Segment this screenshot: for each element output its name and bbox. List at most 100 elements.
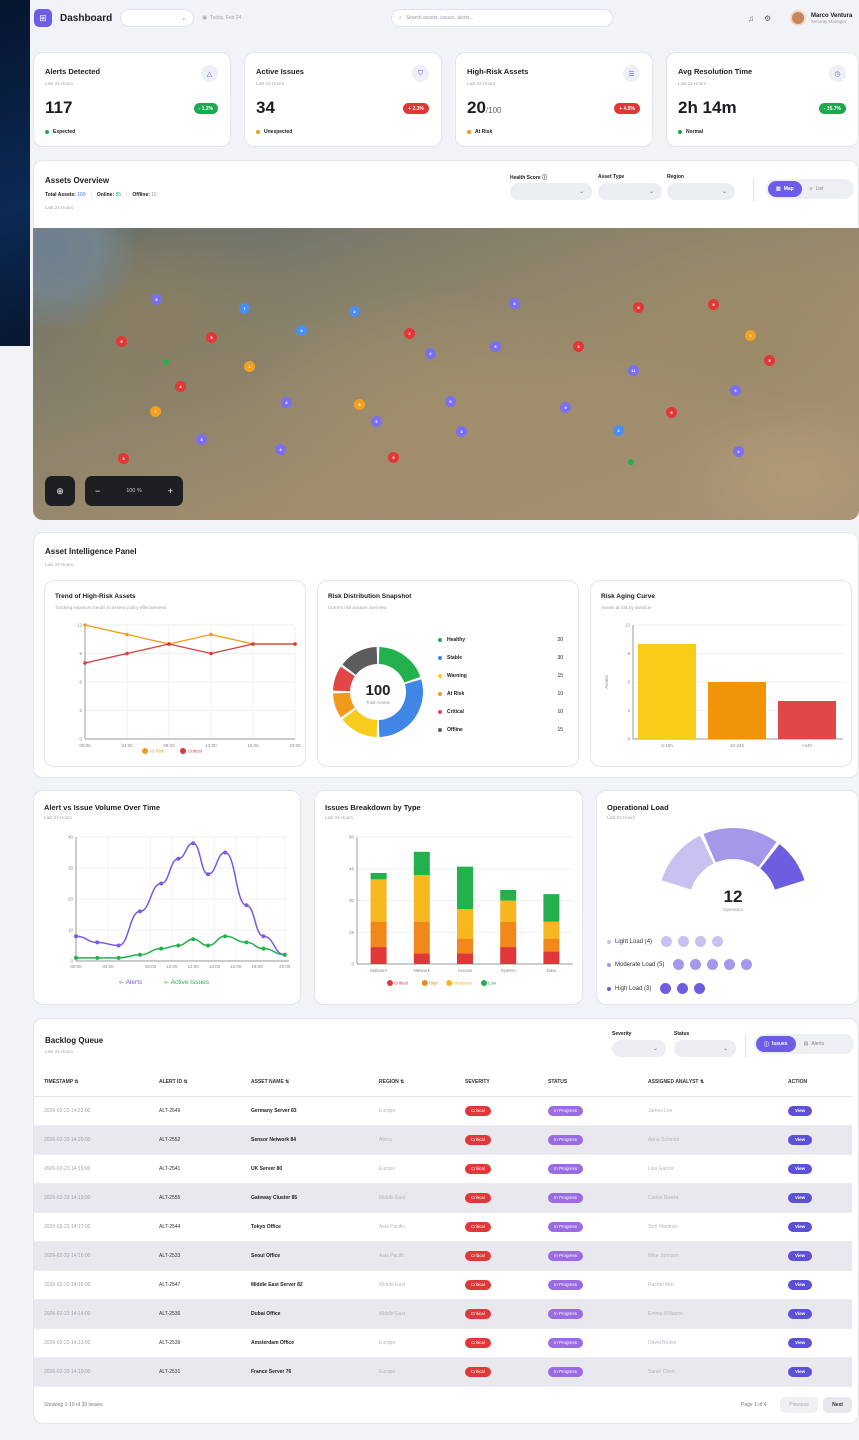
legend-item: Offline 15 bbox=[438, 727, 563, 733]
map-pin[interactable]: 2 bbox=[349, 306, 360, 317]
view-button[interactable]: View bbox=[788, 1251, 813, 1261]
data-point bbox=[261, 946, 266, 951]
map-pin[interactable]: 8 bbox=[354, 399, 365, 410]
operator-avatar[interactable] bbox=[672, 958, 686, 971]
column-header[interactable]: ALERT ID ⇅ bbox=[159, 1079, 251, 1085]
health-score-select[interactable]: ⌄ bbox=[510, 183, 592, 200]
operator-avatar[interactable] bbox=[677, 935, 691, 948]
operator-avatar[interactable] bbox=[676, 982, 690, 995]
map-pin[interactable]: 3 bbox=[118, 453, 129, 464]
map-pin[interactable]: 8 bbox=[151, 294, 162, 305]
operator-avatar[interactable] bbox=[659, 982, 673, 995]
map-pin[interactable]: 2 bbox=[425, 348, 436, 359]
zoom-out-button[interactable]: − bbox=[95, 486, 100, 496]
map-pin[interactable]: 8 bbox=[633, 302, 644, 313]
map-pin[interactable]: 7 bbox=[239, 303, 250, 314]
operator-avatar[interactable] bbox=[711, 935, 725, 948]
region-select[interactable]: ⌄ bbox=[667, 183, 735, 200]
map-pin[interactable] bbox=[163, 359, 169, 365]
zoom-in-button[interactable]: + bbox=[168, 486, 173, 496]
map-pin[interactable]: 3 bbox=[296, 325, 307, 336]
map-pin[interactable]: 6 bbox=[745, 330, 756, 341]
view-button[interactable]: View bbox=[788, 1280, 813, 1290]
operator-avatar[interactable] bbox=[706, 958, 720, 971]
compass-button[interactable]: ⊕ bbox=[45, 476, 75, 506]
view-button[interactable]: View bbox=[788, 1367, 813, 1377]
status-badge: In Progress bbox=[548, 1193, 584, 1203]
next-button[interactable]: Next bbox=[823, 1397, 852, 1413]
map-pin[interactable]: 4 bbox=[275, 444, 286, 455]
column-header[interactable]: STATUS bbox=[548, 1079, 648, 1085]
map-pin[interactable]: 9 bbox=[560, 402, 571, 413]
status-badge: In Progress bbox=[548, 1251, 584, 1261]
view-button[interactable]: View bbox=[788, 1222, 813, 1232]
search-icon: ⌕ bbox=[399, 15, 402, 21]
severity-select[interactable]: ⌄ bbox=[612, 1040, 666, 1057]
x-tick-label: 12:00 bbox=[188, 964, 200, 969]
map-pin[interactable]: 6 bbox=[730, 385, 741, 396]
view-button[interactable]: View bbox=[788, 1135, 813, 1145]
app-logo-icon[interactable]: ⊞ bbox=[34, 9, 52, 27]
table-cell: 2026-02-23 14:13:00 bbox=[44, 1340, 91, 1346]
column-header[interactable]: SEVERITY bbox=[465, 1079, 548, 1085]
map-pin[interactable]: 2 bbox=[150, 406, 161, 417]
map-pin[interactable]: 5 bbox=[764, 355, 775, 366]
view-button[interactable]: View bbox=[788, 1106, 813, 1116]
bell-icon[interactable]: ♫ bbox=[748, 14, 754, 23]
map-pin[interactable]: 3 bbox=[456, 426, 467, 437]
operator-avatar[interactable] bbox=[660, 935, 674, 948]
map-pin[interactable]: 3 bbox=[613, 425, 624, 436]
map-pin[interactable]: 3 bbox=[196, 434, 207, 445]
table-row: 2026-02-23 14:13:00 ALT-2539 Amsterdam Off… bbox=[34, 1329, 852, 1358]
operator-avatar[interactable] bbox=[693, 982, 707, 995]
map-pin[interactable]: 4 bbox=[281, 397, 292, 408]
date-picker[interactable]: ▣ Today, Feb 24 bbox=[202, 15, 241, 21]
asset-type-select[interactable]: ⌄ bbox=[598, 183, 662, 200]
view-button[interactable]: View bbox=[788, 1193, 813, 1203]
operator-avatar[interactable] bbox=[723, 958, 737, 971]
map-pin[interactable]: 5 bbox=[666, 407, 677, 418]
view-button[interactable]: View bbox=[788, 1338, 813, 1348]
y-tick-label: 6 bbox=[79, 680, 82, 685]
map-pin[interactable]: 4 bbox=[175, 381, 186, 392]
search-input[interactable]: ⌕ Search assets, issues, alerts... bbox=[391, 9, 613, 27]
operator-avatar[interactable] bbox=[689, 958, 703, 971]
alerts-tab[interactable]: ▤ Alerts bbox=[796, 1036, 833, 1052]
map-pin[interactable]: 6 bbox=[490, 341, 501, 352]
column-header[interactable]: ASSIGNED ANALYST ⇅ bbox=[648, 1079, 788, 1085]
map-pin[interactable]: 9 bbox=[708, 299, 719, 310]
assets-map[interactable]: ⊕ − 100 % + 8 7 2 4 8 9 9 5 3 2 6 2 6 3 5 2 11 4 4 8 6 6 9 2 5 5 3 3 3… bbox=[33, 228, 859, 520]
x-tick-label: System bbox=[501, 968, 516, 973]
map-pin[interactable]: 9 bbox=[388, 452, 399, 463]
backlog-title: Backlog Queue bbox=[45, 1036, 104, 1045]
map-pin[interactable]: 5 bbox=[371, 416, 382, 427]
map-pin[interactable]: 4 bbox=[509, 298, 520, 309]
column-header[interactable]: ASSET NAME ⇅ bbox=[251, 1079, 379, 1085]
map-pin[interactable]: 5 bbox=[206, 332, 217, 343]
map-pin[interactable]: 11 bbox=[628, 365, 639, 376]
workspace-select[interactable]: ⌄ bbox=[120, 9, 195, 27]
map-pin[interactable]: 3 bbox=[573, 341, 584, 352]
column-header[interactable]: REGION ⇅ bbox=[379, 1079, 465, 1085]
column-header[interactable]: ACTION bbox=[788, 1079, 848, 1085]
table-cell: View bbox=[788, 1280, 848, 1290]
y-tick-label: 30 bbox=[349, 898, 355, 903]
map-pin[interactable]: 2 bbox=[404, 328, 415, 339]
operator-avatar[interactable] bbox=[740, 958, 754, 971]
status-select[interactable]: ⌄ bbox=[674, 1040, 736, 1057]
map-pin[interactable]: 2 bbox=[244, 361, 255, 372]
user-profile[interactable]: Marco Ventura Security Manager bbox=[790, 10, 852, 26]
map-pin[interactable]: 4 bbox=[733, 446, 744, 457]
operator-avatar[interactable] bbox=[694, 935, 708, 948]
gear-icon[interactable]: ⚙ bbox=[764, 14, 771, 23]
map-pin[interactable]: 6 bbox=[445, 396, 456, 407]
issues-tab[interactable]: ⓘ Issues bbox=[756, 1036, 796, 1052]
previous-button[interactable]: Previous bbox=[780, 1397, 818, 1413]
map-view-button[interactable]: ▥ Map bbox=[768, 181, 802, 197]
column-header[interactable]: TIMESTAMP ⇅ bbox=[34, 1079, 159, 1085]
map-pin[interactable]: 9 bbox=[116, 336, 127, 347]
view-button[interactable]: View bbox=[788, 1164, 813, 1174]
view-button[interactable]: View bbox=[788, 1309, 813, 1319]
map-pin[interactable] bbox=[628, 459, 634, 465]
list-view-button[interactable]: ≡ List bbox=[802, 181, 832, 197]
